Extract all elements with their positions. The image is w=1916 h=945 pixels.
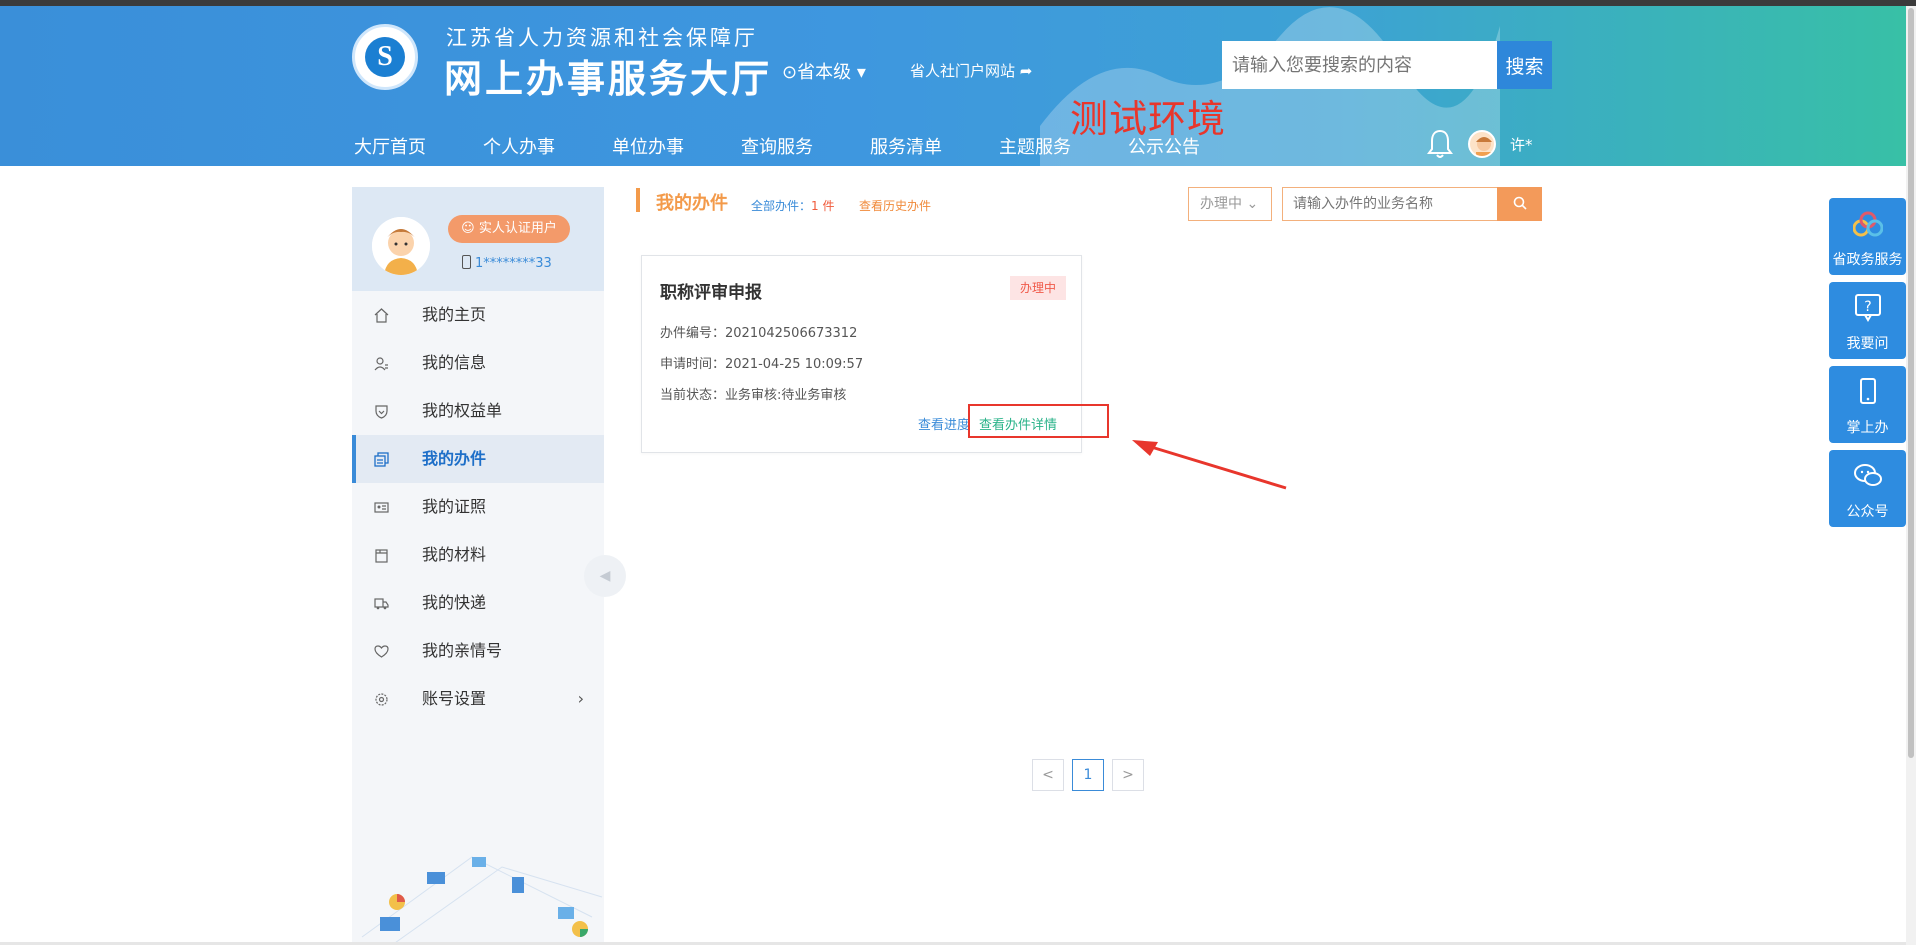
business-search-button[interactable] [1497,187,1542,221]
total-cases: 全部办件：1 件 [751,199,835,213]
nav-item-home[interactable]: 大厅首页 [354,133,426,159]
logo-s-icon: S [377,41,393,72]
truck-icon [374,598,389,610]
view-progress-link[interactable]: 查看进度 [918,414,970,433]
caret-down-icon: ▾ [856,62,866,83]
nav-item-query[interactable]: 查询服务 [741,133,813,159]
caret-left-icon: ◀ [599,568,611,584]
business-name-input[interactable] [1282,187,1498,221]
history-cases-link[interactable]: 查看历史办件 [859,197,931,214]
wechat-icon [1854,464,1882,486]
sidebar-menu: 我的主页 我的信息 我的权益单 我的办件 我的证照 我的材料 我的快递 我的亲情… [352,291,604,723]
float-gov-service[interactable]: 省政务服务 [1829,198,1906,275]
sidebar-item-account-settings[interactable]: 账号设置 › [352,675,604,723]
profile-avatar [372,217,430,275]
home-icon [374,308,389,323]
page-1-button[interactable]: 1 [1072,759,1104,791]
verified-icon: ☺ [461,221,479,236]
user-icon [374,357,388,371]
question-icon: ? [1855,294,1881,322]
floating-service-panel: 省政务服务 ? 我要问 掌上办 公众号 [1829,198,1906,534]
bell-icon[interactable] [1427,128,1453,160]
share-arrow-icon: ➦ [1019,62,1033,80]
search-icon [1513,196,1527,210]
nav-item-service-list[interactable]: 服务清单 [870,133,942,159]
region-selector[interactable]: ⊙省本级 ▾ [782,58,866,84]
float-ask-question[interactable]: ? 我要问 [1829,282,1906,359]
annotation-highlight-box [968,404,1109,438]
chevron-right-icon: › [577,689,584,708]
scrollbar-thumb[interactable] [1908,8,1914,758]
nav-item-unit[interactable]: 单位办事 [612,133,684,159]
gov-logo-icon [1853,211,1883,237]
case-title: 职称评审申报 [660,283,762,303]
case-time-row: 申请时间：2021-04-25 10:09:57 [660,357,864,372]
user-avatar[interactable] [1468,130,1496,158]
sidebar-item-my-cases[interactable]: 我的办件 [352,435,604,483]
sidebar-item-licenses[interactable]: 我的证照 [352,483,604,531]
sidebar-item-info[interactable]: 我的信息 [352,339,604,387]
family-icon [374,645,389,658]
title-accent-bar [636,188,640,212]
float-wechat-account[interactable]: 公众号 [1829,450,1906,527]
float-mobile-service[interactable]: 掌上办 [1829,366,1906,443]
sidebar-collapse-button[interactable]: ◀ [584,555,626,597]
case-state-row: 当前状态：业务审核:待业务审核 [660,388,847,403]
phone-icon [462,255,471,269]
verified-user-badge: ☺ 实人认证用户 [448,215,570,243]
profile-card: ☺ 实人认证用户 1********33 [352,187,604,291]
chevron-down-icon: ⌄ [1246,196,1259,212]
page-title: 我的办件 [656,193,728,214]
prev-page-button[interactable]: < [1032,759,1064,791]
nav-item-personal[interactable]: 个人办事 [483,133,555,159]
pagination: < 1 > [1032,759,1152,791]
sidebar: ☺ 实人认证用户 1********33 我的主页 我的信息 我的权益单 我的办… [352,187,604,945]
phone-number: 1********33 [462,255,552,271]
user-name[interactable]: 许* [1510,134,1533,155]
promo-illustration [352,797,604,945]
status-filter-select[interactable]: 办理中 ⌄ [1188,187,1272,221]
search-button[interactable]: 搜索 [1497,41,1552,89]
portal-link[interactable]: 省人社门户网站 ➦ [910,60,1032,81]
nav-item-theme[interactable]: 主题服务 [999,133,1071,159]
folder-icon [375,549,388,563]
search-input[interactable] [1222,41,1498,89]
sidebar-item-materials[interactable]: 我的材料 [352,531,604,579]
sidebar-item-express[interactable]: 我的快递 [352,579,604,627]
case-number-row: 办件编号：2021042506673312 [660,326,858,341]
main-nav: 大厅首页 个人办事 单位办事 查询服务 服务清单 主题服务 公示公告 [354,133,1257,159]
sidebar-item-home[interactable]: 我的主页 [352,291,604,339]
next-page-button[interactable]: > [1112,759,1144,791]
id-card-icon [374,502,389,513]
annotation-arrow [1132,440,1287,490]
files-icon [374,452,389,467]
location-pin-icon: ⊙ [782,62,798,83]
heart-shield-icon [375,405,388,419]
site-title: 网上办事服务大厅 [444,57,773,101]
site-logo[interactable]: S [352,24,418,90]
nav-item-announcement[interactable]: 公示公告 [1128,133,1200,159]
status-badge: 办理中 [1010,276,1066,300]
mobile-icon [1860,378,1876,404]
sidebar-item-rights[interactable]: 我的权益单 [352,387,604,435]
sidebar-item-family[interactable]: 我的亲情号 [352,627,604,675]
gear-icon [375,693,388,706]
svg-text:?: ? [1864,299,1871,315]
